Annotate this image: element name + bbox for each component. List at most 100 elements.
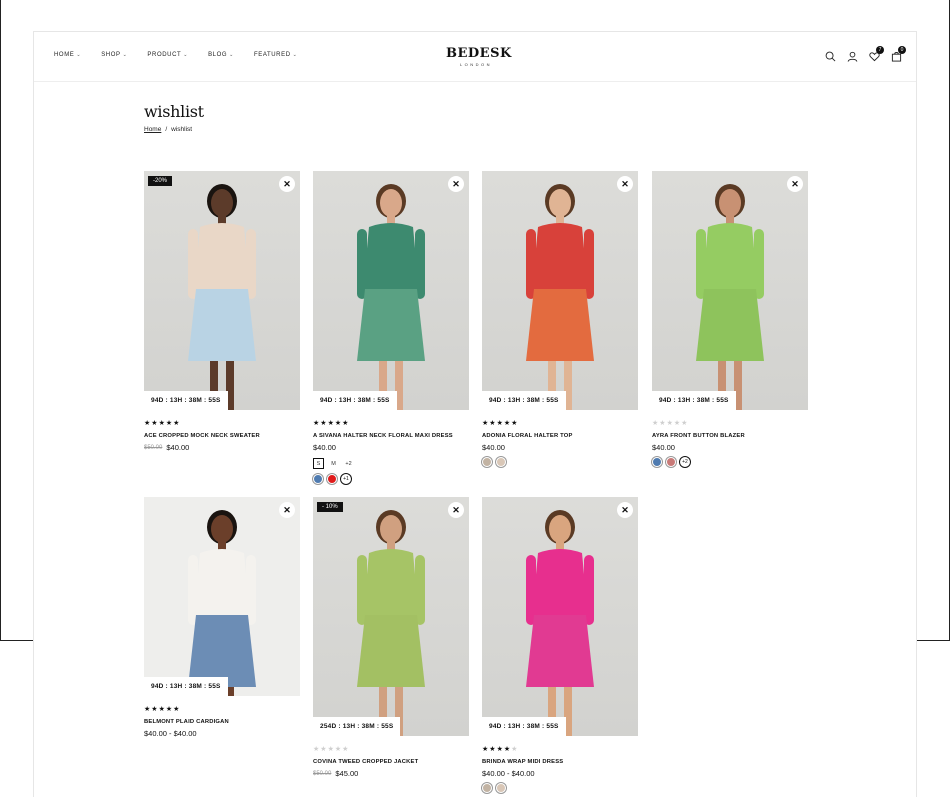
model-illustration [188, 510, 256, 696]
chevron-down-icon: ⌄ [292, 52, 298, 58]
product-image[interactable]: ✕ 94D : 13H : 38M : 55S [482, 497, 638, 736]
remove-from-wishlist-button[interactable]: ✕ [279, 176, 295, 192]
star-icon: ★ [320, 746, 328, 753]
current-price: $40.00 - $40.00 [144, 729, 197, 738]
nav-home[interactable]: HOME ⌄ [54, 52, 81, 58]
nav-label: BLOG [208, 52, 228, 58]
star-icon: ★ [158, 420, 166, 427]
size-options: S M +2 [313, 458, 469, 469]
nav-label: PRODUCT [147, 52, 182, 58]
remove-from-wishlist-button[interactable]: ✕ [787, 176, 803, 192]
more-colors[interactable]: +2 [680, 457, 690, 467]
product-image[interactable]: ✕ 94D : 13H : 38M : 55S [313, 171, 469, 410]
size-option[interactable]: S [313, 458, 324, 469]
logo-subtitle: LONDON [459, 62, 493, 67]
star-icon: ★ [511, 746, 519, 753]
product-card: ✕ 94D : 13H : 38M : 55S ★★★★★ AYRA FRONT… [652, 171, 808, 467]
color-swatch[interactable] [482, 783, 492, 793]
heart-icon[interactable]: 7 [868, 46, 884, 63]
product-price: $40.00 [313, 443, 469, 452]
product-image[interactable]: - 10% ✕ 254D : 13H : 38M : 55S [313, 497, 469, 736]
nav-blog[interactable]: BLOG ⌄ [208, 52, 234, 58]
product-price: $50.00 $40.00 [144, 443, 300, 452]
page-frame: HOME ⌄ SHOP ⌄ PRODUCT ⌄ BLOG ⌄ FEATURED ⌄ BED… [33, 31, 917, 797]
product-name[interactable]: AYRA FRONT BUTTON BLAZER [652, 433, 808, 439]
rating-stars: ★★★★★ [144, 705, 300, 714]
star-icon: ★ [489, 746, 497, 753]
color-swatch[interactable] [327, 474, 337, 484]
product-name[interactable]: ADONIA FLORAL HALTER TOP [482, 433, 638, 439]
discount-badge: - 10% [317, 502, 343, 512]
color-swatches: +2 [652, 457, 808, 467]
star-icon: ★ [681, 420, 689, 427]
product-card: - 10% ✕ 254D : 13H : 38M : 55S ★★★★★ COV… [313, 497, 469, 778]
rating-stars: ★★★★★ [482, 745, 638, 754]
product-name[interactable]: COVINA TWEED CROPPED JACKET [313, 759, 469, 765]
rating-stars: ★★★★★ [144, 419, 300, 428]
color-swatch[interactable] [652, 457, 662, 467]
current-price: $45.00 [335, 769, 359, 778]
product-image[interactable]: -20% ✕ 94D : 13H : 38M : 55S [144, 171, 300, 410]
star-icon: ★ [327, 746, 335, 753]
breadcrumb-current: wishlist [171, 126, 193, 133]
old-price: $50.00 [144, 444, 163, 451]
product-image[interactable]: ✕ 94D : 13H : 38M : 55S [144, 497, 300, 696]
remove-from-wishlist-button[interactable]: ✕ [617, 176, 633, 192]
countdown-timer: 94D : 13H : 38M : 55S [313, 391, 397, 410]
color-swatches: +1 [313, 474, 469, 484]
star-icon: ★ [327, 420, 335, 427]
color-swatch[interactable] [666, 457, 676, 467]
product-image[interactable]: ✕ 94D : 13H : 38M : 55S [482, 171, 638, 410]
product-card: ✕ 94D : 13H : 38M : 55S ★★★★★ BRINDA WRA… [482, 497, 638, 793]
color-swatch[interactable] [482, 457, 492, 467]
cart-count-badge: 0 [898, 46, 906, 54]
wishlist-count-badge: 7 [876, 46, 884, 54]
chevron-down-icon: ⌄ [229, 52, 234, 58]
chevron-down-icon: ⌄ [183, 52, 189, 58]
product-image[interactable]: ✕ 94D : 13H : 38M : 55S [652, 171, 808, 410]
star-icon: ★ [151, 706, 159, 713]
remove-from-wishlist-button[interactable]: ✕ [448, 502, 464, 518]
nav-label: HOME [54, 52, 75, 58]
nav-featured[interactable]: FEATURED ⌄ [254, 52, 298, 58]
color-swatch[interactable] [496, 457, 506, 467]
countdown-timer: 94D : 13H : 38M : 55S [482, 391, 566, 410]
nav-shop[interactable]: SHOP ⌄ [101, 52, 127, 58]
nav-product[interactable]: PRODUCT ⌄ [147, 52, 188, 58]
product-card: ✕ 94D : 13H : 38M : 55S ★★★★★ BELMONT PL… [144, 497, 300, 738]
model-illustration [526, 510, 594, 736]
star-icon: ★ [342, 746, 350, 753]
countdown-timer: 94D : 13H : 38M : 55S [144, 677, 228, 696]
product-name[interactable]: ACE CROPPED MOCK NECK SWEATER [144, 433, 300, 439]
rating-stars: ★★★★★ [652, 419, 808, 428]
breadcrumb-home-link[interactable]: Home [144, 126, 161, 133]
discount-badge: -20% [148, 176, 173, 186]
product-name[interactable]: A SIVANA HALTER NECK FLORAL MAXI DRESS [313, 433, 469, 439]
remove-from-wishlist-button[interactable]: ✕ [617, 502, 633, 518]
search-icon[interactable] [824, 49, 836, 63]
countdown-timer: 254D : 13H : 38M : 55S [313, 717, 401, 736]
color-swatch[interactable] [313, 474, 323, 484]
star-icon: ★ [158, 706, 166, 713]
product-price: $50.00 $45.00 [313, 769, 469, 778]
site-logo[interactable]: BEDESK LONDON [446, 46, 511, 67]
remove-from-wishlist-button[interactable]: ✕ [279, 502, 295, 518]
model-illustration [526, 184, 594, 410]
more-colors[interactable]: +1 [341, 474, 351, 484]
user-icon[interactable] [846, 49, 858, 63]
bag-icon[interactable]: 0 [890, 46, 906, 63]
remove-from-wishlist-button[interactable]: ✕ [448, 176, 464, 192]
star-icon: ★ [173, 706, 181, 713]
more-sizes[interactable]: +2 [343, 458, 354, 469]
color-swatch[interactable] [496, 783, 506, 793]
nav-label: SHOP [101, 52, 121, 58]
model-illustration [357, 510, 425, 736]
chevron-down-icon: ⌄ [122, 52, 128, 58]
product-name[interactable]: BELMONT PLAID CARDIGAN [144, 719, 300, 725]
site-header: HOME ⌄ SHOP ⌄ PRODUCT ⌄ BLOG ⌄ FEATURED ⌄ BED… [34, 32, 916, 82]
product-name[interactable]: BRINDA WRAP MIDI DRESS [482, 759, 638, 765]
star-icon: ★ [151, 420, 159, 427]
star-icon: ★ [496, 420, 504, 427]
model-illustration [357, 184, 425, 410]
size-option[interactable]: M [328, 458, 339, 469]
